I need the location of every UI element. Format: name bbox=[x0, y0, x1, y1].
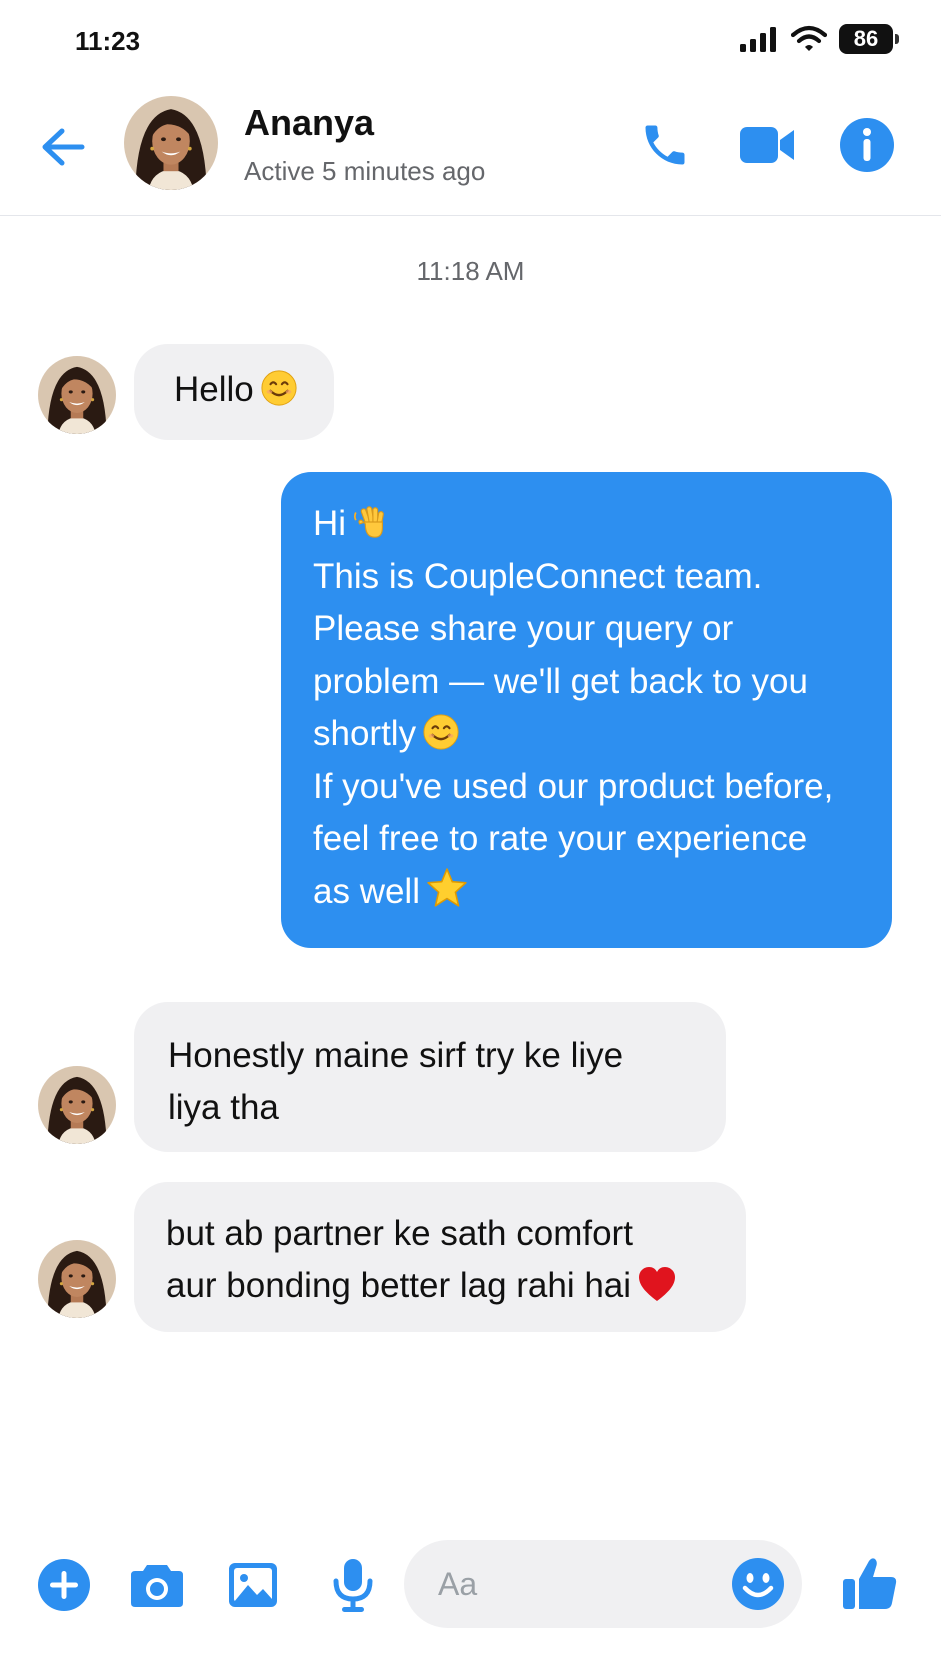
signal-icon bbox=[740, 27, 776, 52]
audio-call-button[interactable] bbox=[634, 114, 696, 176]
camera-button[interactable] bbox=[128, 1556, 186, 1614]
send-like-button[interactable] bbox=[838, 1552, 902, 1616]
message-line: as well bbox=[313, 866, 864, 919]
battery-indicator: 86 bbox=[839, 24, 899, 54]
back-button[interactable] bbox=[36, 120, 90, 174]
avatar-image bbox=[38, 1240, 116, 1318]
avatar-image bbox=[38, 1066, 116, 1144]
message-text: Hello bbox=[174, 370, 254, 409]
microphone-icon bbox=[333, 1559, 373, 1612]
gallery-button[interactable] bbox=[224, 1556, 282, 1614]
emoji-icon bbox=[732, 1558, 784, 1610]
phone-icon bbox=[645, 125, 685, 165]
contact-name[interactable]: Ananya bbox=[244, 102, 374, 144]
message-line: Hi bbox=[313, 498, 864, 551]
outgoing-message[interactable]: Hi This is CoupleConnect team. Please sh… bbox=[281, 472, 892, 948]
info-icon bbox=[840, 118, 894, 172]
message-composer bbox=[0, 1530, 941, 1640]
emoji-picker-button[interactable] bbox=[730, 1556, 786, 1612]
incoming-message[interactable]: Honestly maine sirf try ke liye liya tha bbox=[134, 1002, 726, 1152]
plus-icon bbox=[38, 1559, 90, 1611]
avatar-image bbox=[38, 356, 116, 434]
contact-avatar[interactable] bbox=[124, 96, 218, 190]
message-input-container bbox=[404, 1540, 802, 1628]
back-arrow-icon bbox=[42, 128, 85, 166]
video-camera-icon bbox=[740, 127, 794, 163]
message-line: If you've used our product before, bbox=[313, 766, 834, 806]
more-actions-button[interactable] bbox=[35, 1556, 93, 1614]
message-input[interactable] bbox=[438, 1562, 708, 1606]
camera-icon bbox=[131, 1565, 183, 1607]
sender-avatar[interactable] bbox=[38, 356, 116, 434]
incoming-message[interactable]: but ab partner ke sath comfort aur bondi… bbox=[134, 1182, 746, 1332]
status-time: 11:23 bbox=[75, 26, 141, 56]
message-line: Please share your query or bbox=[313, 609, 734, 648]
message-line: but ab partner ke sath comfort bbox=[166, 1214, 633, 1253]
message-line: This is CoupleConnect team. bbox=[313, 556, 763, 596]
chat-header: Ananya Active 5 minutes ago bbox=[0, 84, 941, 216]
message-timestamp: 11:18 AM bbox=[416, 256, 525, 286]
status-icons: 86 bbox=[739, 24, 899, 54]
message-line: shortly bbox=[313, 708, 864, 761]
smile-emoji bbox=[422, 713, 460, 751]
conversation-info-button[interactable] bbox=[836, 114, 898, 176]
heart-emoji bbox=[639, 1267, 676, 1301]
sender-avatar[interactable] bbox=[38, 1240, 116, 1318]
wave-emoji bbox=[354, 506, 384, 538]
thumbs-up-icon bbox=[843, 1558, 897, 1609]
sender-avatar[interactable] bbox=[38, 1066, 116, 1144]
smile-emoji bbox=[260, 369, 298, 407]
status-bar: 11:23 86 bbox=[0, 0, 941, 84]
message-line: feel free to rate your experience bbox=[313, 819, 808, 858]
contact-active-status: Active 5 minutes ago bbox=[244, 156, 486, 186]
star-emoji bbox=[427, 867, 467, 907]
video-call-button[interactable] bbox=[736, 114, 798, 176]
wifi-icon bbox=[791, 25, 827, 51]
image-icon bbox=[229, 1563, 277, 1607]
voice-record-button[interactable] bbox=[324, 1556, 382, 1614]
message-line: liya tha bbox=[168, 1088, 279, 1127]
incoming-message[interactable]: Hello bbox=[134, 344, 334, 440]
message-line: aur bonding better lag rahi hai bbox=[166, 1260, 724, 1312]
message-line: problem — we'll get back to you bbox=[313, 661, 808, 701]
message-line: Honestly maine sirf try ke liye bbox=[168, 1036, 624, 1075]
avatar-image bbox=[124, 96, 218, 190]
